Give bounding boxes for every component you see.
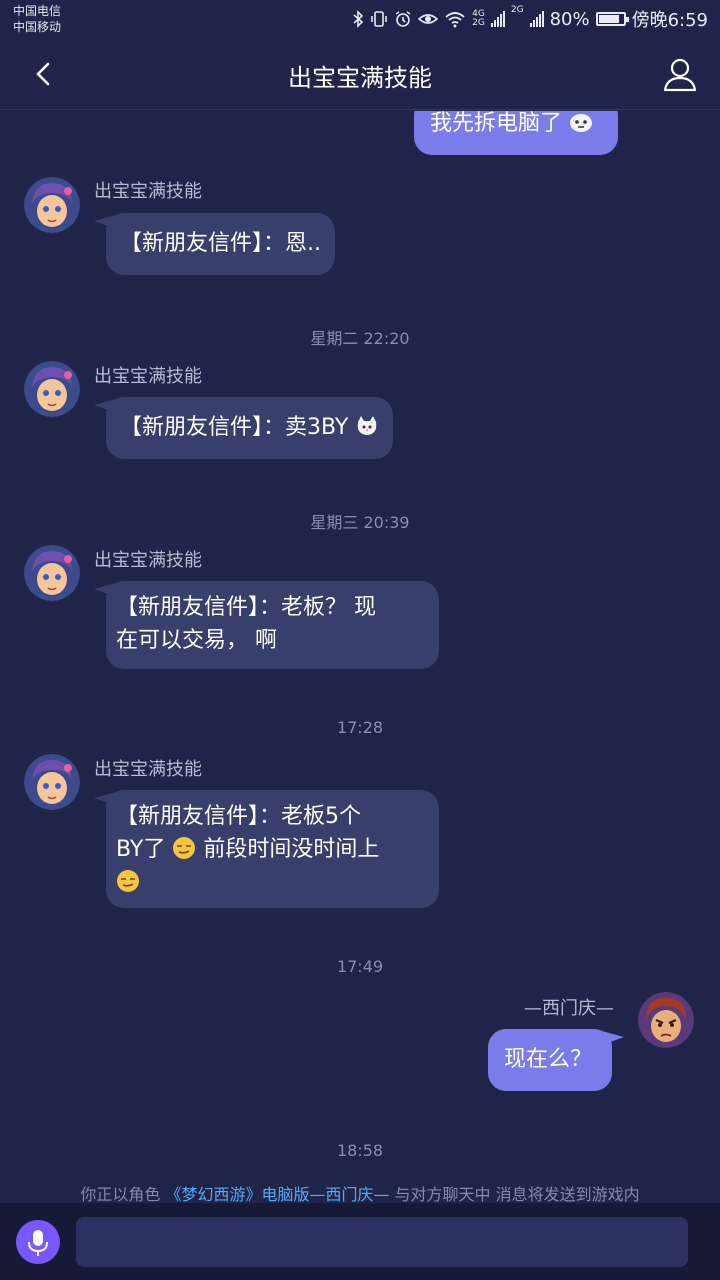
role-link[interactable]: 《梦幻西游》电脑版—西门庆—	[165, 1185, 389, 1204]
notice-suffix: 与对方聊天中 消息将发送到游戏内	[389, 1185, 640, 1204]
input-bar	[0, 1203, 720, 1280]
message-text-line: 【新朋友信件】：老板？ 现	[116, 595, 376, 620]
carrier-labels: 中国电信 中国移动	[13, 3, 61, 35]
contact-avatar[interactable]	[24, 361, 80, 417]
user-icon	[663, 58, 697, 92]
signal-2-icon	[529, 11, 544, 27]
signal-1-icon	[490, 11, 505, 27]
voice-button[interactable]	[16, 1220, 60, 1264]
alarm-icon	[395, 11, 411, 27]
sender-name: 出宝宝满技能	[94, 366, 202, 387]
message-text: 我先拆电脑了	[430, 111, 563, 136]
network-2g-label: 2G	[510, 5, 524, 15]
contact-avatar[interactable]	[24, 545, 80, 601]
battery-icon	[595, 12, 629, 26]
timestamp: 星期三 20:39	[310, 513, 410, 532]
incoming-message-bubble[interactable]: 【新朋友信件】：老板5个 BY了 前段时间没时间上	[106, 790, 439, 908]
microphone-icon	[28, 1230, 48, 1256]
message-text-line: 在可以交易， 啊	[116, 628, 277, 653]
incoming-message-bubble[interactable]: 【新朋友信件】：恩..	[106, 213, 335, 275]
message-text: 现在么？	[504, 1047, 593, 1072]
role-notice: 你正以角色 《梦幻西游》电脑版—西门庆— 与对方聊天中 消息将发送到游戏内	[0, 1181, 720, 1204]
status-icons: 4G 2G 2G 80% 傍晚6:59	[352, 6, 708, 32]
wifi-icon	[445, 12, 465, 28]
character-portrait	[24, 177, 80, 233]
timestamp: 18:58	[336, 1141, 384, 1160]
sender-name: 出宝宝满技能	[94, 181, 202, 202]
incoming-message-bubble[interactable]: 【新朋友信件】：卖3BY	[106, 397, 394, 459]
status-bar: 中国电信 中国移动 4G 2G 2G 80% 傍晚6:59	[0, 0, 720, 40]
profile-button[interactable]	[662, 56, 698, 92]
notice-prefix: 你正以角色	[80, 1185, 166, 1204]
character-portrait	[24, 545, 80, 601]
bluetooth-icon	[353, 10, 364, 28]
incoming-message-bubble[interactable]: 【新朋友信件】：老板？ 现 在可以交易， 啊	[106, 581, 439, 669]
carrier-2: 中国移动	[13, 20, 62, 34]
battery-percent: 80%	[549, 8, 590, 30]
chat-header: 出宝宝满技能	[0, 40, 720, 110]
character-portrait	[24, 361, 80, 417]
smirk-emoji-icon	[173, 837, 196, 859]
page-title: 出宝宝满技能	[288, 64, 432, 92]
my-name: —西门庆—	[524, 998, 614, 1019]
message-text: 【新朋友信件】：卖3BY	[120, 415, 349, 440]
smirk-emoji-icon	[117, 870, 139, 892]
network-4g-label: 4G 2G	[472, 9, 485, 28]
timestamp: 星期二 22:20	[310, 329, 410, 348]
message-text: 【新朋友信件】：恩..	[120, 231, 321, 256]
outgoing-message-bubble[interactable]: 现在么？	[488, 1029, 613, 1091]
sender-name: 出宝宝满技能	[94, 550, 202, 571]
timestamp: 17:49	[336, 957, 384, 976]
message-text-line: 【新朋友信件】：老板5个	[116, 804, 361, 829]
contact-avatar[interactable]	[24, 177, 80, 233]
message-text-line: 前段时间没时间上	[203, 837, 380, 862]
face-emoji-icon	[570, 114, 593, 132]
contact-avatar[interactable]	[24, 754, 80, 810]
message-input[interactable]	[76, 1217, 688, 1267]
my-avatar[interactable]	[638, 992, 694, 1048]
clock: 傍晚6:59	[631, 10, 708, 31]
message-text-line: BY了	[116, 837, 166, 862]
character-portrait	[638, 992, 694, 1048]
message-list[interactable]: 我先拆电脑了 出宝宝满技能 【新朋友信件】：恩.. 星期二 22:20 出宝宝满…	[0, 111, 720, 1181]
timestamp: 17:28	[336, 718, 384, 737]
cat-emoji-icon	[358, 416, 377, 435]
carrier-1: 中国电信	[13, 4, 62, 18]
battery-fill	[598, 15, 620, 23]
outgoing-message-bubble[interactable]: 我先拆电脑了	[414, 111, 618, 155]
vibrate-icon	[371, 11, 387, 27]
sender-name: 出宝宝满技能	[94, 759, 202, 780]
eye-icon	[418, 14, 439, 24]
character-portrait	[24, 754, 80, 810]
